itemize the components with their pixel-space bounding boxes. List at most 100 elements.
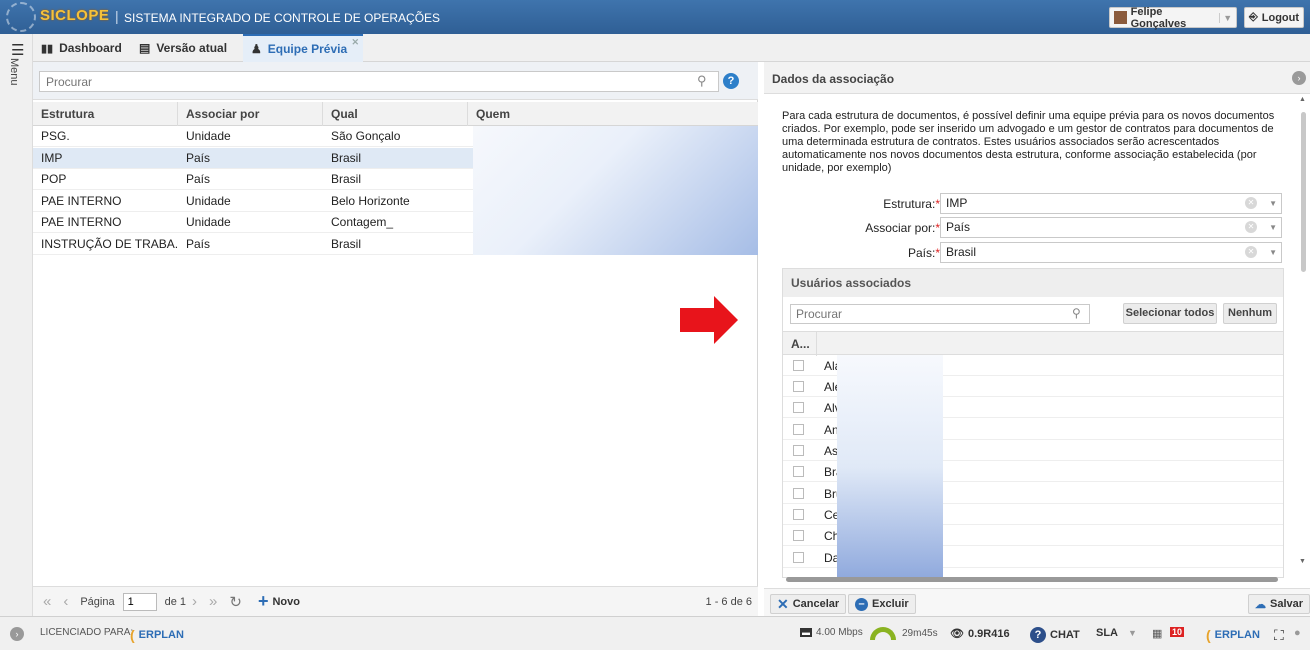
collapse-panel-icon[interactable]: ›: [1292, 71, 1306, 85]
page-number-input[interactable]: [122, 592, 157, 611]
scroll-down-icon[interactable]: ▼: [1299, 558, 1306, 565]
badge-count: 10: [1170, 627, 1185, 637]
table-row[interactable]: INSTRUÇÃO DE TRABA... País Brasil: [33, 234, 473, 255]
menu-label[interactable]: Menu: [8, 58, 20, 86]
help-icon[interactable]: ?: [723, 73, 739, 89]
column-header-estrutura[interactable]: Estrutura: [33, 102, 178, 126]
refresh-icon[interactable]: ↻: [229, 593, 242, 611]
none-button[interactable]: Nenhum: [1223, 303, 1277, 324]
scroll-thumb[interactable]: [1301, 112, 1306, 272]
search-icon[interactable]: ⚲: [697, 73, 707, 89]
speed-icon: ▬: [800, 628, 812, 637]
chevron-down-icon[interactable]: ▼: [1269, 243, 1277, 262]
table-row[interactable]: PAE INTERNO Unidade Belo Horizonte: [33, 191, 473, 212]
cell-estrutura: PSG.: [41, 129, 70, 143]
brand-logo: SICLOPE: [40, 7, 110, 24]
erplan-c-icon: (: [130, 627, 135, 643]
save-label: Salvar: [1270, 598, 1304, 610]
cell-associar-por: País: [186, 237, 211, 251]
list-search-input[interactable]: [39, 71, 719, 92]
page-label: Página: [80, 595, 115, 608]
avatar: [1114, 11, 1127, 24]
table-row[interactable]: POP País Brasil: [33, 169, 473, 190]
last-page-icon[interactable]: »: [209, 593, 217, 610]
column-header-quem[interactable]: Quem: [468, 102, 758, 126]
user-checkbox[interactable]: [793, 509, 804, 520]
clear-icon[interactable]: ✕: [1245, 197, 1257, 209]
sla-dropdown[interactable]: SLA ▼: [1096, 627, 1137, 639]
user-name: An: [824, 423, 838, 437]
fullscreen-icon[interactable]: ⛶: [1274, 627, 1284, 644]
first-page-icon[interactable]: «: [43, 593, 51, 610]
redacted-user-names: [837, 355, 943, 577]
scroll-thumb[interactable]: [786, 577, 1278, 582]
estrutura-value: IMP: [946, 196, 968, 210]
user-name: Ala: [824, 359, 838, 373]
column-header-associar-por[interactable]: Associar por: [178, 102, 323, 126]
user-checkbox[interactable]: [793, 466, 804, 477]
detail-title: Dados da associação: [772, 72, 895, 86]
estrutura-combo[interactable]: IMP ✕ ▼: [940, 193, 1282, 214]
users-column-header[interactable]: A...: [791, 337, 810, 351]
user-menu-button[interactable]: Felipe Gonçalves ▼: [1109, 6, 1237, 30]
tab-label: Versão atual: [156, 41, 228, 55]
tab-equipe-previa[interactable]: ♟ Equipe Prévia ✕: [243, 34, 363, 62]
user-checkbox[interactable]: [793, 445, 804, 456]
tab-label: Equipe Prévia: [267, 42, 348, 56]
clear-icon[interactable]: ✕: [1245, 221, 1257, 233]
hamburger-menu-icon[interactable]: ☰: [11, 41, 24, 59]
search-icon[interactable]: ⚲: [1072, 306, 1081, 320]
tab-dashboard[interactable]: ▮▮ Dashboard: [33, 34, 130, 62]
user-name: Ce: [824, 508, 838, 522]
logout-button[interactable]: ⎆ Logout: [1244, 7, 1304, 28]
chat-button[interactable]: ? CHAT: [1030, 627, 1080, 643]
select-all-button[interactable]: Selecionar todos: [1123, 303, 1217, 324]
status-dot-icon: ●: [1294, 627, 1301, 639]
associar-por-value: País: [946, 220, 971, 234]
pais-combo[interactable]: Brasil ✕ ▼: [940, 242, 1282, 263]
close-icon: ✕: [777, 595, 789, 612]
table-row-selected[interactable]: IMP País Brasil: [33, 148, 473, 169]
cancel-label: Cancelar: [792, 598, 840, 610]
new-button[interactable]: + Novo: [258, 591, 300, 612]
notification-badge[interactable]: 10: [1170, 627, 1185, 637]
vertical-scrollbar[interactable]: ▲ ▼: [1298, 96, 1308, 574]
chevron-down-icon: ▼: [1128, 628, 1137, 638]
user-checkbox[interactable]: [793, 402, 804, 413]
next-page-icon[interactable]: ›: [192, 593, 197, 610]
tab-bar: ▮▮ Dashboard ▤ Versão atual ♟ Equipe Pré…: [33, 34, 1310, 62]
user-checkbox[interactable]: [793, 488, 804, 499]
scroll-up-icon[interactable]: ▲: [1299, 96, 1306, 103]
associar-por-combo[interactable]: País ✕ ▼: [940, 217, 1282, 238]
cancel-button[interactable]: ✕ Cancelar: [770, 594, 847, 614]
plus-icon: +: [257, 591, 269, 611]
redacted-quem-column: [473, 126, 758, 255]
association-detail-panel: Dados da associação › Para cada estrutur…: [764, 62, 1310, 616]
table-row[interactable]: PSG. Unidade São Gonçalo: [33, 126, 473, 147]
app-window: SICLOPE | SISTEMA INTEGRADO DE CONTROLE …: [0, 0, 1310, 650]
close-tab-icon[interactable]: ✕: [351, 37, 359, 48]
user-checkbox[interactable]: [793, 424, 804, 435]
save-button[interactable]: ☁ Salvar: [1248, 594, 1310, 614]
user-name: As: [824, 444, 838, 458]
horizontal-scrollbar[interactable]: [782, 574, 1288, 584]
detail-header: Dados da associação ›: [764, 62, 1310, 94]
document-icon: ▤: [139, 41, 151, 55]
cell-qual: Brasil: [331, 237, 362, 251]
eye-icon: 👁: [950, 628, 964, 640]
delete-button[interactable]: – Excluir: [848, 594, 916, 614]
table-row[interactable]: PAE INTERNO Unidade Contagem_: [33, 212, 473, 233]
calendar-icon[interactable]: ▦: [1152, 627, 1162, 640]
chevron-down-icon[interactable]: ▼: [1269, 194, 1277, 213]
clear-icon[interactable]: ✕: [1245, 246, 1257, 258]
users-search-input[interactable]: [790, 304, 1090, 324]
collapse-icon[interactable]: ›: [10, 627, 24, 641]
user-checkbox[interactable]: [793, 530, 804, 541]
chevron-down-icon[interactable]: ▼: [1269, 218, 1277, 237]
user-checkbox[interactable]: [793, 381, 804, 392]
column-header-qual[interactable]: Qual: [323, 102, 468, 126]
previous-page-icon[interactable]: ‹: [63, 593, 68, 610]
user-checkbox[interactable]: [793, 360, 804, 371]
user-checkbox[interactable]: [793, 552, 804, 563]
tab-versao-atual[interactable]: ▤ Versão atual: [131, 34, 235, 62]
